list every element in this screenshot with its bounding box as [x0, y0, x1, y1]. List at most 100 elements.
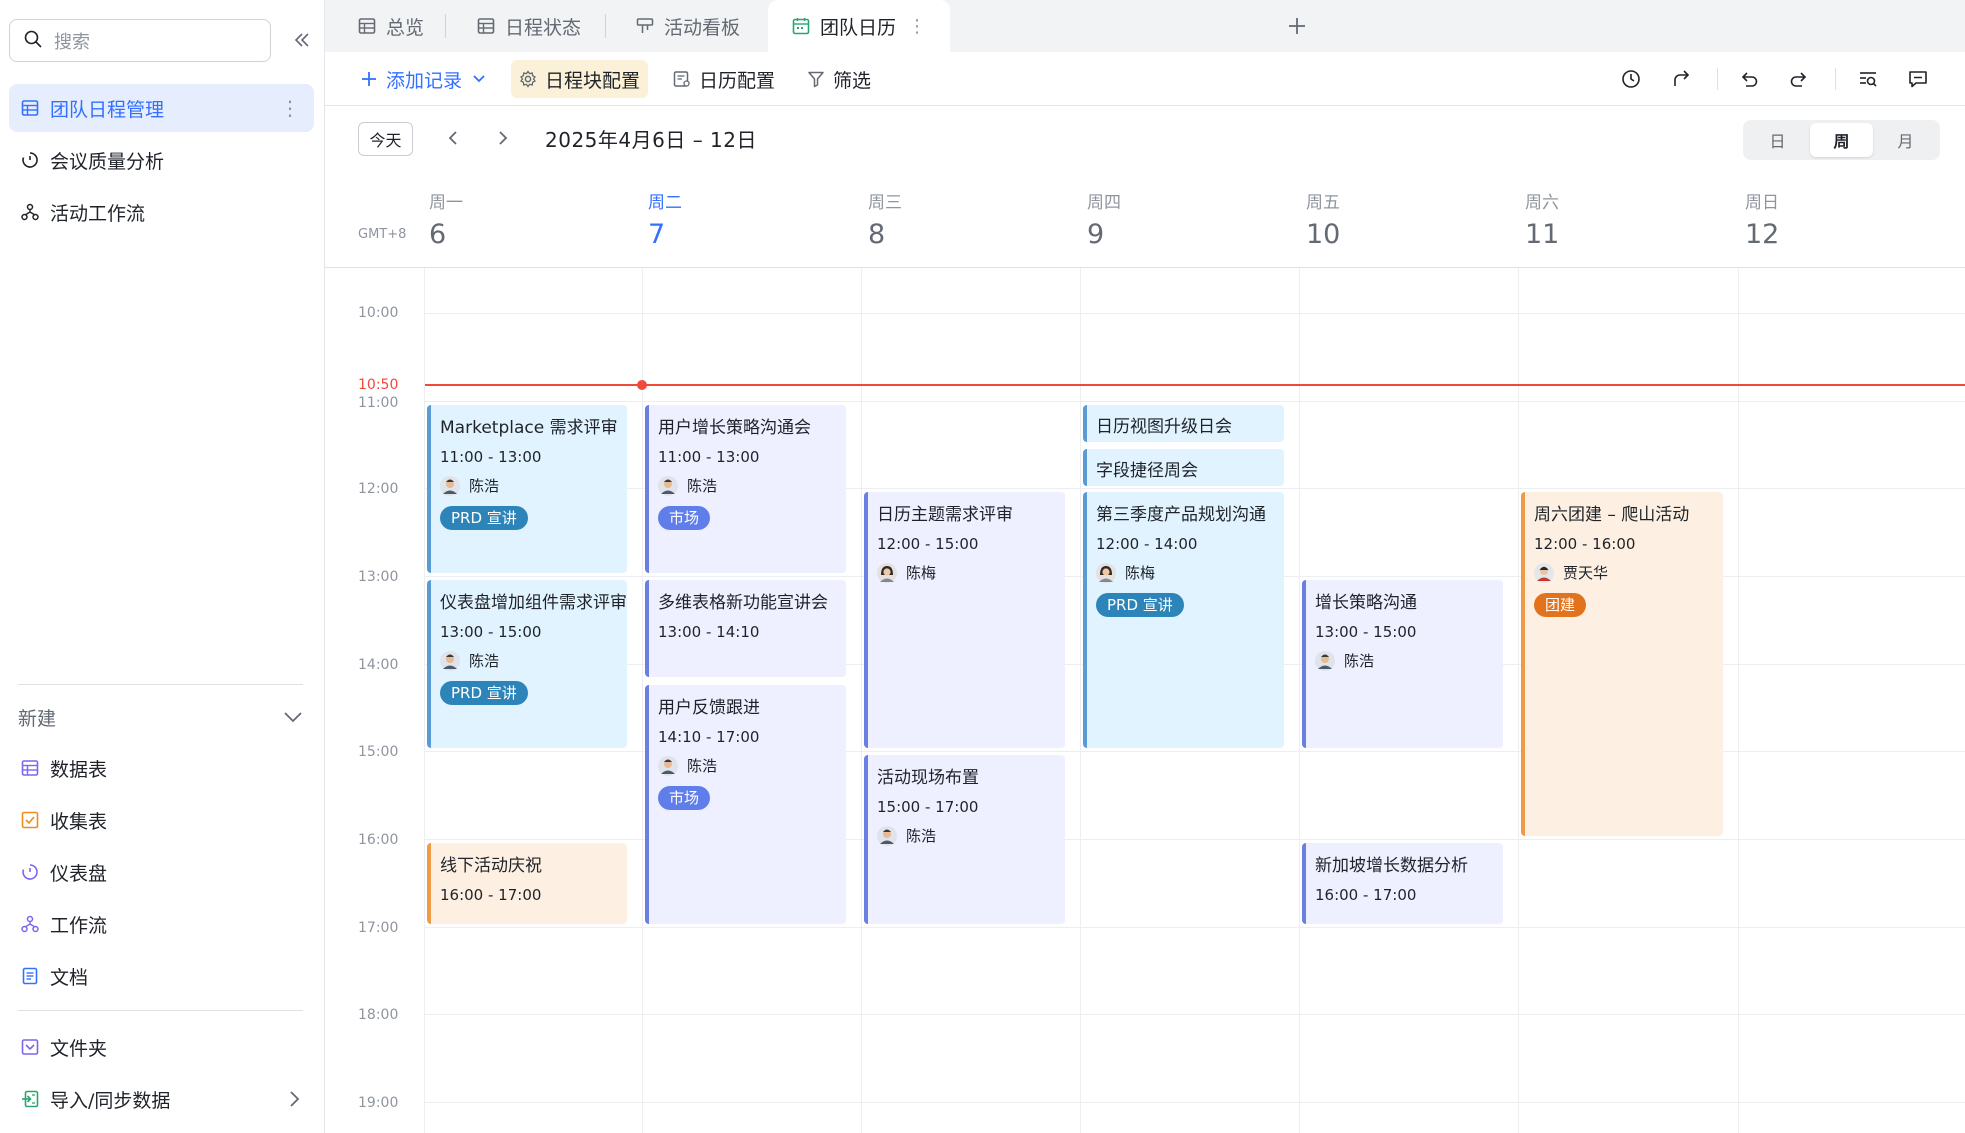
new-dashboard[interactable]: 仪表盘: [9, 848, 314, 896]
toolbar: 添加记录 日程块配置 日历配置 筛选: [325, 52, 1965, 106]
day-header-sun[interactable]: 周日 12: [1745, 188, 1779, 250]
event-person: 陈浩: [1315, 650, 1503, 671]
chevron-right-icon: [288, 1089, 300, 1114]
doc-icon: [19, 965, 41, 987]
event-time: 13:00 - 15:00: [440, 623, 542, 641]
next-week-icon[interactable]: [491, 126, 515, 150]
toolbar-divider: [1835, 68, 1836, 90]
day-header-wed[interactable]: 周三 8: [868, 188, 902, 250]
tab-activity-board[interactable]: 活动看板: [636, 0, 740, 52]
event-time: 16:00 - 17:00: [440, 886, 542, 904]
search-icon: [24, 30, 42, 52]
new-section-header[interactable]: 新建: [18, 704, 303, 730]
event-card[interactable]: 用户增长策略沟通会 11:00 - 13:00 陈浩 市场: [645, 405, 846, 573]
event-card[interactable]: 周六团建 – 爬山活动 12:00 - 16:00 贾天华 团建: [1521, 492, 1723, 836]
event-card[interactable]: 字段捷径周会: [1083, 449, 1284, 486]
today-button[interactable]: 今天: [358, 122, 413, 156]
new-datatable[interactable]: 数据表: [9, 744, 314, 792]
hour-line: [425, 313, 1965, 314]
calendar-settings-icon: [673, 70, 691, 88]
history-icon[interactable]: [1618, 66, 1644, 92]
event-time: 11:00 - 13:00: [440, 448, 542, 466]
day-header-sat[interactable]: 周六 11: [1525, 188, 1559, 250]
sidebar-item-meeting-analysis[interactable]: 会议质量分析: [9, 136, 314, 184]
add-view-button[interactable]: [1283, 12, 1311, 40]
sidebar-item-activity-workflow[interactable]: 活动工作流: [9, 188, 314, 236]
undo-icon[interactable]: [1736, 66, 1762, 92]
view-month-button[interactable]: 月: [1874, 123, 1937, 157]
day-header-fri[interactable]: 周五 10: [1306, 188, 1340, 250]
event-card[interactable]: 增长策略沟通 13:00 - 15:00 陈浩: [1302, 580, 1503, 748]
more-icon[interactable]: ⋮: [280, 96, 300, 120]
new-item-label: 文档: [50, 966, 89, 989]
day-header-thu[interactable]: 周四 9: [1087, 188, 1121, 250]
date-range-title: 2025年4月6日 – 12日: [545, 128, 758, 152]
avatar: [1096, 562, 1116, 583]
day-name: 周五: [1306, 193, 1340, 213]
event-time: 12:00 - 16:00: [1534, 535, 1636, 553]
event-time: 16:00 - 17:00: [1315, 886, 1417, 904]
redo-icon[interactable]: [1786, 66, 1812, 92]
chevron-down-icon: [283, 706, 303, 728]
search-input[interactable]: 搜索: [9, 19, 271, 62]
time-label: 13:00: [358, 569, 399, 585]
tab-label: 活动看板: [664, 16, 741, 39]
comment-icon[interactable]: [1905, 66, 1931, 92]
event-title: 用户增长策略沟通会: [658, 418, 811, 438]
event-card[interactable]: 第三季度产品规划沟通 12:00 - 14:00 陈梅 PRD 宣讲: [1083, 492, 1284, 748]
day-header-tue[interactable]: 周二 7: [648, 188, 682, 250]
new-workflow[interactable]: 工作流: [9, 900, 314, 948]
day-date: 10: [1306, 219, 1341, 250]
workflow-icon: [19, 913, 41, 935]
avatar: [440, 475, 460, 496]
event-card[interactable]: Marketplace 需求评审 11:00 - 13:00 陈浩 PRD 宣讲: [427, 405, 627, 573]
tab-overview[interactable]: 总览: [358, 0, 424, 52]
day-name: 周四: [1087, 193, 1121, 213]
event-card[interactable]: 日历视图升级日会: [1083, 405, 1284, 442]
event-card[interactable]: 新加坡增长数据分析 16:00 - 17:00: [1302, 843, 1503, 924]
avatar: [877, 825, 897, 846]
filter-button[interactable]: 筛选: [799, 60, 879, 98]
prev-week-icon[interactable]: [441, 126, 465, 150]
share-icon[interactable]: [1669, 66, 1695, 92]
block-config-label: 日程块配置: [545, 69, 641, 92]
avatar: [658, 755, 678, 776]
event-card[interactable]: 日历主题需求评审 12:00 - 15:00 陈梅: [864, 492, 1065, 748]
filter-label: 筛选: [833, 69, 872, 92]
timezone-label: GMT+8: [358, 227, 407, 242]
event-card[interactable]: 线下活动庆祝 16:00 - 17:00: [427, 843, 627, 924]
tab-team-calendar[interactable]: 团队日历 ⋮: [768, 0, 951, 52]
tab-schedule-status[interactable]: 日程状态: [477, 0, 581, 52]
dashboard-icon: [19, 861, 41, 883]
add-record-button[interactable]: 添加记录: [352, 60, 494, 98]
view-week-button[interactable]: 周: [1810, 123, 1873, 157]
import-sync-item[interactable]: 导入/同步数据: [9, 1075, 314, 1123]
event-card[interactable]: 活动现场布置 15:00 - 17:00 陈浩: [864, 755, 1065, 924]
avatar: [440, 650, 460, 671]
sidebar-item-label: 团队日程管理: [50, 98, 165, 121]
view-day-button[interactable]: 日: [1746, 123, 1809, 157]
new-form[interactable]: 收集表: [9, 796, 314, 844]
event-title: 日历主题需求评审: [877, 505, 1013, 525]
tab-divider: [445, 14, 446, 38]
person-name: 陈浩: [687, 477, 718, 495]
block-config-button[interactable]: 日程块配置: [511, 60, 649, 98]
collapse-sidebar-icon[interactable]: [290, 28, 314, 52]
calendar-config-button[interactable]: 日历配置: [665, 60, 783, 98]
search-records-icon[interactable]: [1855, 66, 1881, 92]
folder-label: 文件夹: [50, 1037, 108, 1060]
event-card[interactable]: 仪表盘增加组件需求评审 13:00 - 15:00 陈浩 PRD 宣讲: [427, 580, 627, 748]
event-card[interactable]: 多维表格新功能宣讲会 13:00 - 14:10: [645, 580, 846, 677]
day-date: 8: [868, 219, 886, 250]
event-card[interactable]: 用户反馈跟进 14:10 - 17:00 陈浩 市场: [645, 685, 846, 924]
sidebar-item-team-schedule[interactable]: 团队日程管理 ⋮: [9, 84, 314, 132]
folder-item[interactable]: 文件夹: [9, 1023, 314, 1071]
new-doc[interactable]: 文档: [9, 952, 314, 1000]
workflow-icon: [19, 201, 41, 223]
day-header-mon[interactable]: 周一 6: [429, 188, 463, 250]
table-icon: [477, 17, 495, 35]
tab-label: 日程状态: [505, 16, 582, 39]
event-time: 13:00 - 14:10: [658, 623, 760, 641]
week-grid[interactable]: 10:00 11:00 12:00 13:00 14:00 15:00 16:0…: [325, 268, 1965, 1133]
more-icon[interactable]: ⋮: [908, 16, 926, 37]
